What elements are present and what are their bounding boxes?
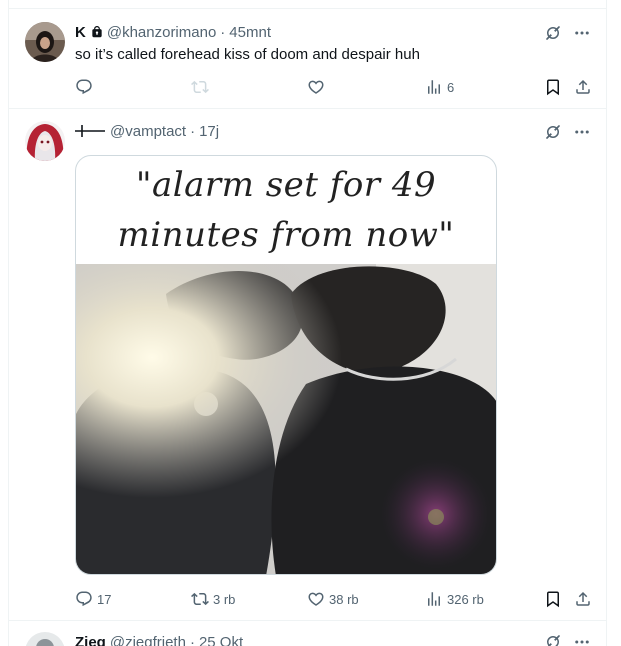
more-icon[interactable] xyxy=(572,24,592,42)
timestamp[interactable]: 17j xyxy=(199,123,219,140)
views-count: 6 xyxy=(447,79,455,95)
views-count: 326 rb xyxy=(447,591,484,607)
username[interactable]: @vamptact xyxy=(110,123,186,140)
reply-icon xyxy=(75,78,93,96)
views-button[interactable]: 326 rb xyxy=(425,589,484,609)
retweet-button[interactable] xyxy=(191,77,213,97)
username[interactable]: @khanzorimano xyxy=(107,24,216,41)
display-name[interactable]: K xyxy=(75,24,86,41)
bookmark-icon xyxy=(544,590,562,608)
views-icon xyxy=(425,78,443,96)
timestamp[interactable]: 45mnt xyxy=(229,24,271,41)
views-icon xyxy=(425,590,443,608)
meme-photo xyxy=(76,264,496,574)
retweet-icon xyxy=(191,590,209,608)
separator: · xyxy=(189,633,195,646)
meme-caption-line: minutes from now" xyxy=(117,215,455,255)
like-button[interactable]: 38 rb xyxy=(307,589,359,609)
share-button[interactable] xyxy=(574,589,592,609)
lock-icon xyxy=(92,26,102,38)
tweet-header: @vamptact · 17j xyxy=(75,121,586,141)
action-bar: 6 xyxy=(75,77,592,97)
tweet[interactable]: K @khanzorimano · 45mnt so it’s called f… xyxy=(9,9,606,109)
retweet-count: 3 rb xyxy=(213,591,236,607)
share-button[interactable] xyxy=(574,77,592,97)
retweet-button[interactable]: 3 rb xyxy=(191,589,235,609)
reply-icon xyxy=(75,590,93,608)
bookmark-button[interactable] xyxy=(544,77,562,97)
meme-caption: "alarm set for 49 minutes from now" xyxy=(76,160,496,260)
like-button[interactable] xyxy=(307,77,329,97)
name-cross-glyph xyxy=(75,125,105,137)
more-icon[interactable] xyxy=(572,633,592,646)
tweet-text: so it’s called forehead kiss of doom and… xyxy=(75,46,420,63)
tweet[interactable]: Zieg @ziegfrieth · 25 Okt xyxy=(9,621,606,646)
more-icon[interactable] xyxy=(572,123,592,141)
reply-button[interactable] xyxy=(75,77,97,97)
timestamp[interactable]: 25 Okt xyxy=(199,634,243,646)
meme-caption-line: "alarm set for 49 xyxy=(135,165,437,205)
timeline-feed: K @khanzorimano · 45mnt so it’s called f… xyxy=(8,0,607,646)
action-bar: 17 3 rb 38 rb 326 rb xyxy=(75,589,592,609)
grok-icon[interactable] xyxy=(544,123,562,141)
views-button[interactable]: 6 xyxy=(425,77,454,97)
separator: · xyxy=(220,23,226,41)
avatar[interactable] xyxy=(25,632,65,646)
tweet-header: Zieg @ziegfrieth · 25 Okt xyxy=(75,632,586,646)
share-icon xyxy=(574,78,592,96)
reply-count: 17 xyxy=(97,591,112,607)
like-count: 38 rb xyxy=(329,591,359,607)
avatar[interactable] xyxy=(25,22,65,62)
grok-icon[interactable] xyxy=(544,24,562,42)
retweet-icon xyxy=(191,78,209,96)
separator: · xyxy=(190,122,196,140)
bookmark-button[interactable] xyxy=(544,589,562,609)
username[interactable]: @ziegfrieth xyxy=(110,634,186,646)
like-icon xyxy=(307,78,325,96)
grok-icon[interactable] xyxy=(544,633,562,646)
avatar[interactable] xyxy=(25,121,65,161)
tweet-header: K @khanzorimano · 45mnt xyxy=(75,22,586,42)
reply-button[interactable]: 17 xyxy=(75,589,111,609)
bookmark-icon xyxy=(544,78,562,96)
share-icon xyxy=(574,590,592,608)
tweet-media-image[interactable]: "alarm set for 49 minutes from now" xyxy=(75,155,497,575)
display-name[interactable]: Zieg xyxy=(75,634,106,646)
tweet[interactable]: @vamptact · 17j "alarm set for 49 minute… xyxy=(9,109,606,621)
like-icon xyxy=(307,590,325,608)
